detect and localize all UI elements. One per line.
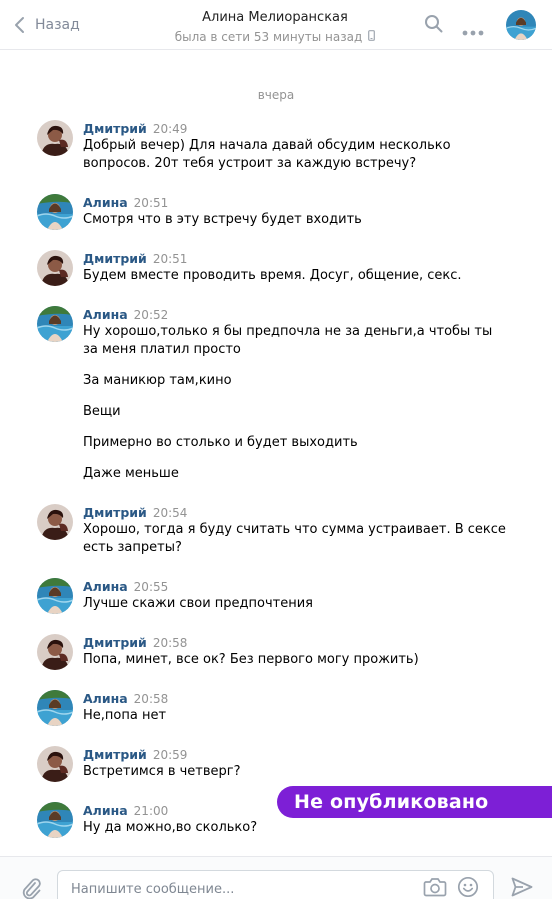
- message-header: Алина 20:55: [83, 579, 168, 595]
- author-avatar[interactable]: [37, 802, 73, 838]
- message-text: Не,попа нет: [83, 708, 167, 723]
- message-time[interactable]: 20:51: [153, 252, 188, 266]
- message-time[interactable]: 20:55: [134, 580, 169, 594]
- message-text: Лучше скажи свои предпочтения: [83, 596, 313, 611]
- author-avatar[interactable]: [37, 634, 73, 670]
- author-avatar[interactable]: [37, 746, 73, 782]
- author-name[interactable]: Алина: [83, 691, 128, 706]
- message-text: Вещи: [83, 404, 121, 419]
- author-avatar[interactable]: [37, 690, 73, 726]
- back-label: Назад: [35, 17, 80, 33]
- author-avatar[interactable]: [37, 578, 73, 614]
- message-text: за меня платил просто: [83, 342, 241, 357]
- author-name[interactable]: Алина: [83, 307, 128, 322]
- message-text: Ну да можно,во сколько?: [83, 820, 258, 835]
- message-text: Смотря что в эту встречу будет входить: [83, 212, 362, 227]
- camera-icon[interactable]: [423, 877, 447, 899]
- chat-header: Назад Алина Мелиоранская была в сети 53 …: [0, 0, 552, 50]
- message-input[interactable]: [71, 879, 411, 899]
- message-header: Дмитрий 20:54: [83, 505, 187, 521]
- author-avatar[interactable]: [37, 120, 73, 156]
- day-divider: вчера: [257, 88, 295, 102]
- chat-title: Алина Мелиоранская: [202, 10, 348, 25]
- message-time[interactable]: 20:58: [134, 692, 169, 706]
- badge-edge: [540, 786, 552, 818]
- message-text: Примерно во столько и будет выходить: [83, 435, 358, 450]
- author-name[interactable]: Алина: [83, 579, 128, 594]
- message-text: Попа, минет, все ок? Без первого могу пр…: [83, 652, 419, 667]
- paperclip-icon[interactable]: [20, 876, 42, 899]
- send-icon[interactable]: [511, 877, 533, 899]
- header-avatar[interactable]: [506, 10, 536, 40]
- author-name[interactable]: Дмитрий: [83, 251, 147, 266]
- message-text: Ну хорошо,только я бы предпочла не за де…: [83, 324, 493, 339]
- message-text: Хорошо, тогда я буду считать что сумма у…: [83, 522, 506, 537]
- message-text: Будем вместе проводить время. Досуг, общ…: [83, 268, 462, 283]
- author-name[interactable]: Алина: [83, 195, 128, 210]
- message-header: Дмитрий 20:51: [83, 251, 187, 267]
- message-header: Алина 20:58: [83, 691, 168, 707]
- message-text: Даже меньше: [83, 466, 179, 481]
- message-header: Алина 21:00: [83, 803, 168, 819]
- author-avatar[interactable]: [37, 306, 73, 342]
- message-header: Алина 20:52: [83, 307, 168, 323]
- more-icon[interactable]: [462, 21, 484, 40]
- author-name[interactable]: Дмитрий: [83, 505, 147, 520]
- message-header: Дмитрий 20:59: [83, 747, 187, 763]
- chevron-left-icon: [14, 16, 25, 34]
- message-text: За маникюр там,кино: [83, 373, 232, 388]
- author-name[interactable]: Дмитрий: [83, 747, 147, 762]
- message-time[interactable]: 20:58: [153, 636, 188, 650]
- message-text: Встретимся в четверг?: [83, 764, 241, 779]
- last-seen-text: была в сети 53 минуты назад: [174, 30, 363, 44]
- message-time[interactable]: 20:52: [134, 308, 169, 322]
- message-header: Дмитрий 20:58: [83, 635, 187, 651]
- smile-icon[interactable]: [457, 876, 479, 899]
- author-name[interactable]: Дмитрий: [83, 635, 147, 650]
- message-time[interactable]: 20:49: [153, 122, 188, 136]
- author-avatar[interactable]: [37, 194, 73, 230]
- phone-icon: [368, 29, 376, 45]
- message-text: есть запреты?: [83, 540, 182, 555]
- message-header: Алина 20:51: [83, 195, 168, 211]
- author-avatar[interactable]: [37, 504, 73, 540]
- message-text: вопросов. 20т тебя устроит за каждую вст…: [83, 156, 417, 171]
- message-header: Дмитрий 20:49: [83, 121, 187, 137]
- message-time[interactable]: 21:00: [134, 804, 169, 818]
- last-seen-status: была в сети 53 минуты назад: [175, 29, 376, 45]
- not-published-badge: Не опубликовано: [277, 786, 548, 818]
- message-time[interactable]: 20:51: [134, 196, 169, 210]
- message-composer: [0, 856, 552, 899]
- author-name[interactable]: Алина: [83, 803, 128, 818]
- chat-title-block[interactable]: Алина Мелиоранская была в сети 53 минуты…: [150, 9, 400, 45]
- message-text: Добрый вечер) Для начала давай обсудим н…: [83, 138, 451, 153]
- author-name[interactable]: Дмитрий: [83, 121, 147, 136]
- message-time[interactable]: 20:59: [153, 748, 188, 762]
- message-time[interactable]: 20:54: [153, 506, 188, 520]
- author-avatar[interactable]: [37, 250, 73, 286]
- back-button[interactable]: Назад: [14, 14, 80, 36]
- search-icon[interactable]: [424, 14, 444, 38]
